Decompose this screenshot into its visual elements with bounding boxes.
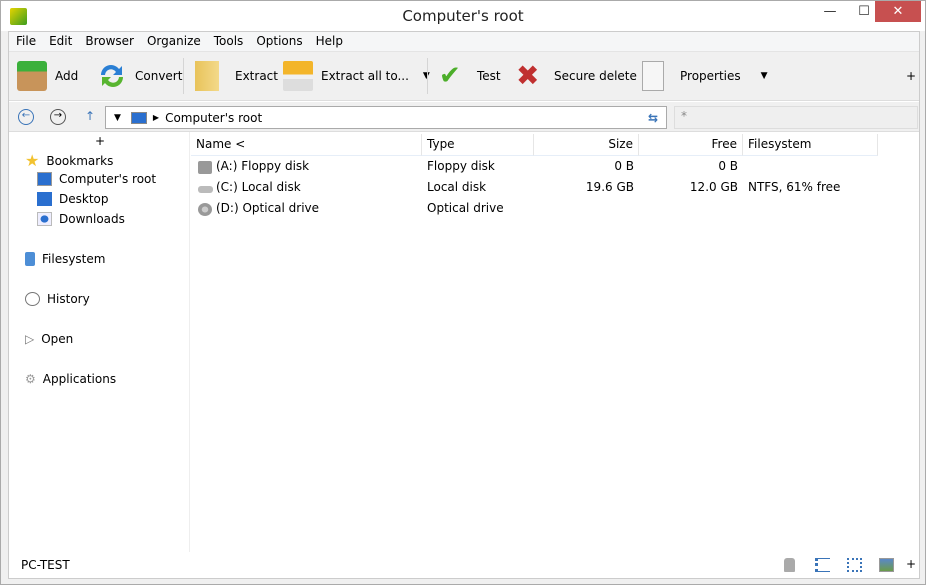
close-button[interactable]: ✕: [875, 1, 921, 22]
breadcrumb-arrow-icon[interactable]: ▶: [153, 113, 159, 122]
filesystem-icon: [25, 252, 35, 266]
column-header-name[interactable]: Name <: [191, 134, 422, 156]
convert-arrows-icon: [97, 61, 127, 91]
computer-icon: [37, 172, 52, 186]
sidebar-item-applications[interactable]: ⚙ Applications: [25, 372, 116, 386]
back-button[interactable]: ←: [18, 109, 34, 125]
sidebar-item-filesystem[interactable]: Filesystem: [25, 252, 105, 266]
app-window: Computer's root — ☐ ✕ File Edit Browser …: [0, 0, 926, 585]
folder-extract-icon: [195, 61, 219, 91]
title-bar: Computer's root — ☐ ✕: [1, 1, 925, 31]
delete-x-icon: ✖: [516, 59, 540, 92]
menu-file[interactable]: File: [9, 32, 42, 51]
column-header-type[interactable]: Type: [422, 134, 534, 156]
status-bar: PC-TEST +: [9, 552, 919, 578]
breadcrumb: Computer's root: [165, 110, 263, 125]
bookmark-computers-root[interactable]: Computer's root: [37, 172, 156, 186]
menu-browser[interactable]: Browser: [78, 32, 140, 51]
sidebar-item-bookmarks[interactable]: ★ Bookmarks: [25, 151, 113, 170]
extract-all-button[interactable]: Extract all to... ▼: [283, 52, 430, 100]
desktop-icon: [37, 192, 52, 206]
sidebar-expand-button[interactable]: +: [95, 134, 105, 148]
menu-bar: File Edit Browser Organize Tools Options…: [9, 32, 919, 51]
column-header-filesystem[interactable]: Filesystem: [743, 134, 878, 156]
sidebar-item-open[interactable]: ▷ Open: [25, 332, 73, 346]
checkmark-icon: ✔: [439, 61, 461, 91]
sidebar: + ★ Bookmarks Computer's root Desktop Dow…: [9, 132, 190, 552]
menu-edit[interactable]: Edit: [42, 32, 78, 51]
extract-button[interactable]: Extract: [195, 52, 278, 100]
sidebar-item-history[interactable]: History: [25, 292, 90, 306]
column-header-free[interactable]: Free: [639, 134, 743, 156]
filter-input[interactable]: *: [674, 106, 918, 129]
secure-delete-button[interactable]: ✖ Secure delete: [516, 52, 637, 100]
path-input[interactable]: ▼ ▶ Computer's root ⇆: [105, 106, 667, 129]
drive-extract-icon: [283, 61, 313, 91]
optical-drive-icon: [198, 203, 212, 216]
status-more-button[interactable]: +: [906, 557, 916, 571]
play-icon: ▷: [25, 332, 35, 346]
details-view-icon[interactable]: [815, 558, 830, 572]
menu-options[interactable]: Options: [249, 32, 308, 51]
star-icon: ★: [25, 151, 40, 170]
computer-name: PC-TEST: [21, 558, 70, 572]
main-frame: File Edit Browser Organize Tools Options…: [8, 31, 920, 579]
lock-icon[interactable]: [784, 558, 795, 572]
thumbnail-view-icon[interactable]: [879, 558, 894, 572]
document-check-icon: [642, 61, 664, 91]
toolbar: Add Convert Extract Extract all to... ▼ …: [9, 51, 919, 101]
toolbar-more-button[interactable]: +: [906, 52, 916, 100]
address-bar: ← → ↑ ▼ ▶ Computer's root ⇆ *: [9, 102, 919, 132]
properties-button[interactable]: Properties ▼: [642, 52, 768, 100]
downloads-icon: [37, 212, 52, 226]
convert-button[interactable]: Convert: [97, 52, 182, 100]
tiles-view-icon[interactable]: [847, 558, 862, 572]
menu-organize[interactable]: Organize: [140, 32, 207, 51]
clock-icon: [25, 292, 40, 306]
gear-icon: ⚙: [25, 372, 36, 386]
test-button[interactable]: ✔ Test: [439, 52, 501, 100]
history-dropdown-icon[interactable]: ▼: [114, 113, 121, 123]
bookmark-desktop[interactable]: Desktop: [37, 192, 109, 206]
add-button[interactable]: Add: [17, 52, 78, 100]
file-list: Name < Type Size Free Filesystem (A:) Fl…: [191, 132, 919, 552]
floppy-drive-icon: [198, 161, 212, 174]
properties-dropdown-icon[interactable]: ▼: [761, 71, 768, 81]
menu-tools[interactable]: Tools: [207, 32, 250, 51]
computer-icon: [130, 111, 147, 124]
box-add-icon: [17, 61, 47, 91]
refresh-icon[interactable]: ⇆: [648, 111, 658, 125]
menu-help[interactable]: Help: [309, 32, 349, 51]
window-title: Computer's root: [402, 7, 524, 25]
bookmark-downloads[interactable]: Downloads: [37, 212, 125, 226]
forward-button[interactable]: →: [50, 109, 66, 125]
up-button[interactable]: ↑: [85, 109, 95, 123]
column-header-size[interactable]: Size: [534, 134, 639, 156]
